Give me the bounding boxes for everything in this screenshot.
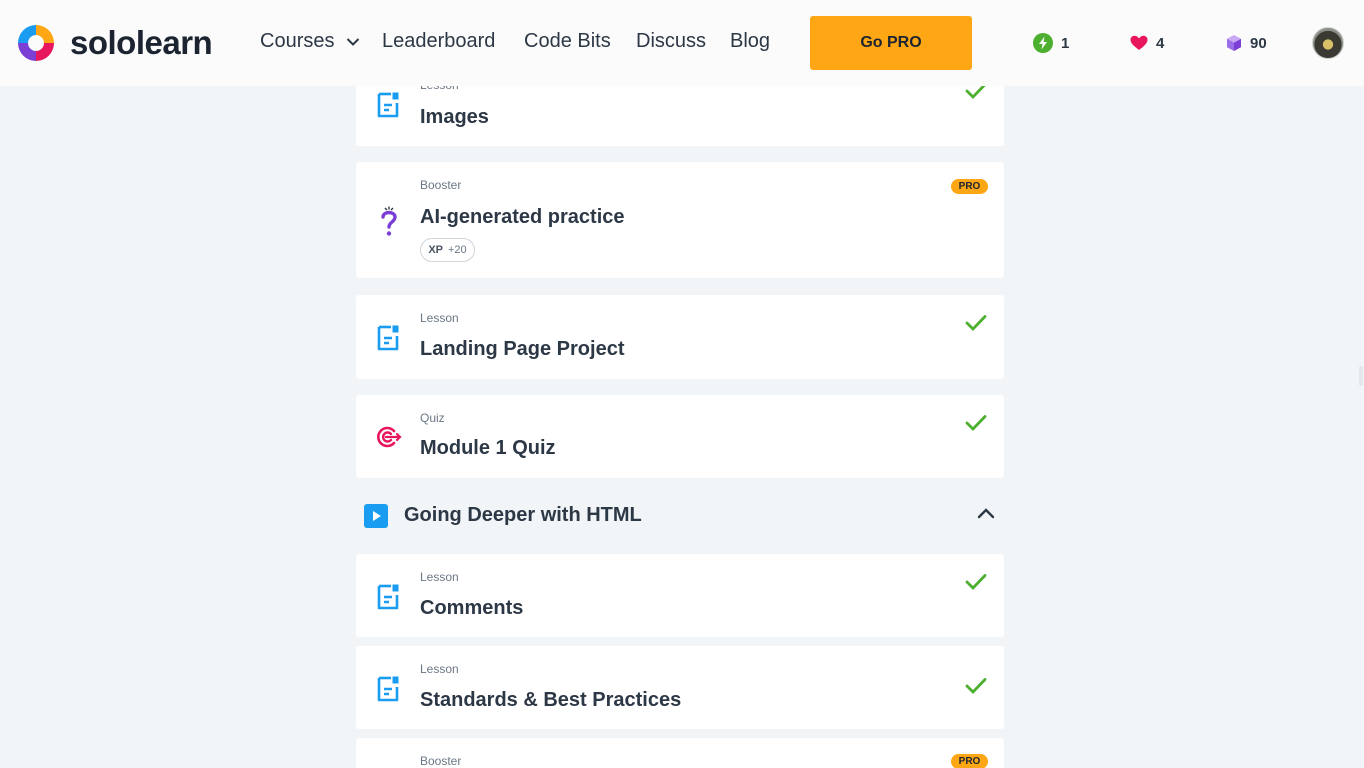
scrollbar-thumb[interactable] <box>1359 366 1363 386</box>
item-kind: Lesson <box>420 662 459 676</box>
nav-item-courses[interactable]: Courses <box>260 30 360 53</box>
chevron-down-icon <box>346 30 360 53</box>
xp-value: +20 <box>448 244 467 256</box>
streak-count: 1 <box>1061 34 1070 52</box>
play-icon <box>364 504 388 528</box>
go-pro-button[interactable]: Go PRO <box>810 16 972 70</box>
item-title: Images <box>420 106 489 128</box>
sololearn-logo[interactable]: sololearn <box>14 19 213 67</box>
pro-badge: PRO <box>951 754 988 768</box>
item-title: AI-generated practice <box>420 206 625 228</box>
hearts-counter[interactable]: 4 <box>1130 32 1164 54</box>
lightning-bolt-icon <box>1033 33 1053 53</box>
sololearn-logo-icon <box>18 25 54 61</box>
item-title: Standards & Best Practices <box>420 689 682 711</box>
item-title: Landing Page Project <box>420 338 625 360</box>
document-icon <box>376 583 400 616</box>
xp-label: XP <box>428 244 443 256</box>
nav-item-discuss[interactable]: Discuss <box>636 30 706 53</box>
nav-item-code-bits[interactable]: Code Bits <box>524 30 611 53</box>
item-kind: Booster <box>420 754 462 768</box>
checkmark-icon <box>965 573 987 596</box>
chevron-up-icon[interactable] <box>976 506 996 525</box>
item-title: Comments <box>420 597 524 619</box>
checkmark-icon <box>965 314 987 337</box>
quiz-card-module-1[interactable]: Quiz Module 1 Quiz <box>356 395 1004 478</box>
item-title: Module 1 Quiz <box>420 437 556 459</box>
hearts-count: 4 <box>1156 34 1165 52</box>
nav-item-leaderboard[interactable]: Leaderboard <box>382 30 495 53</box>
lesson-card-landing-page-project[interactable]: Lesson Landing Page Project <box>356 295 1004 379</box>
nav-item-label: Courses <box>260 30 335 52</box>
item-kind: Quiz <box>420 411 445 425</box>
target-icon <box>375 425 403 454</box>
lesson-card-standards-best-practices[interactable]: Lesson Standards & Best Practices <box>356 646 1004 729</box>
document-icon <box>376 91 400 124</box>
nav-item-blog[interactable]: Blog <box>730 30 770 53</box>
question-mark-icon <box>378 204 400 243</box>
module-header-going-deeper[interactable]: Going Deeper with HTML <box>356 496 1004 536</box>
item-kind: Lesson <box>420 311 459 325</box>
item-kind: Booster <box>420 178 462 192</box>
booster-card-ai-practice[interactable]: Booster PRO AI-generated practice XP +20 <box>356 162 1004 278</box>
xp-reward-pill: XP +20 <box>420 238 475 262</box>
heart-icon <box>1130 35 1148 50</box>
module-title: Going Deeper with HTML <box>404 504 642 526</box>
bits-counter[interactable]: 90 <box>1226 32 1267 54</box>
item-kind: Lesson <box>420 570 459 584</box>
brand-name: sololearn <box>70 24 213 61</box>
user-avatar[interactable] <box>1312 27 1344 59</box>
document-icon <box>376 675 400 708</box>
pro-badge: PRO <box>951 179 988 194</box>
streak-counter[interactable]: 1 <box>1033 32 1069 54</box>
checkmark-icon <box>965 414 987 437</box>
booster-card-partial[interactable]: Booster PRO <box>356 738 1004 768</box>
top-navigation-bar: sololearn Courses Leaderboard Code Bits … <box>0 0 1364 86</box>
bits-count: 90 <box>1250 34 1267 52</box>
document-icon <box>376 324 400 357</box>
checkmark-icon <box>965 677 987 700</box>
cube-icon <box>1227 35 1241 51</box>
lesson-card-comments[interactable]: Lesson Comments <box>356 554 1004 637</box>
